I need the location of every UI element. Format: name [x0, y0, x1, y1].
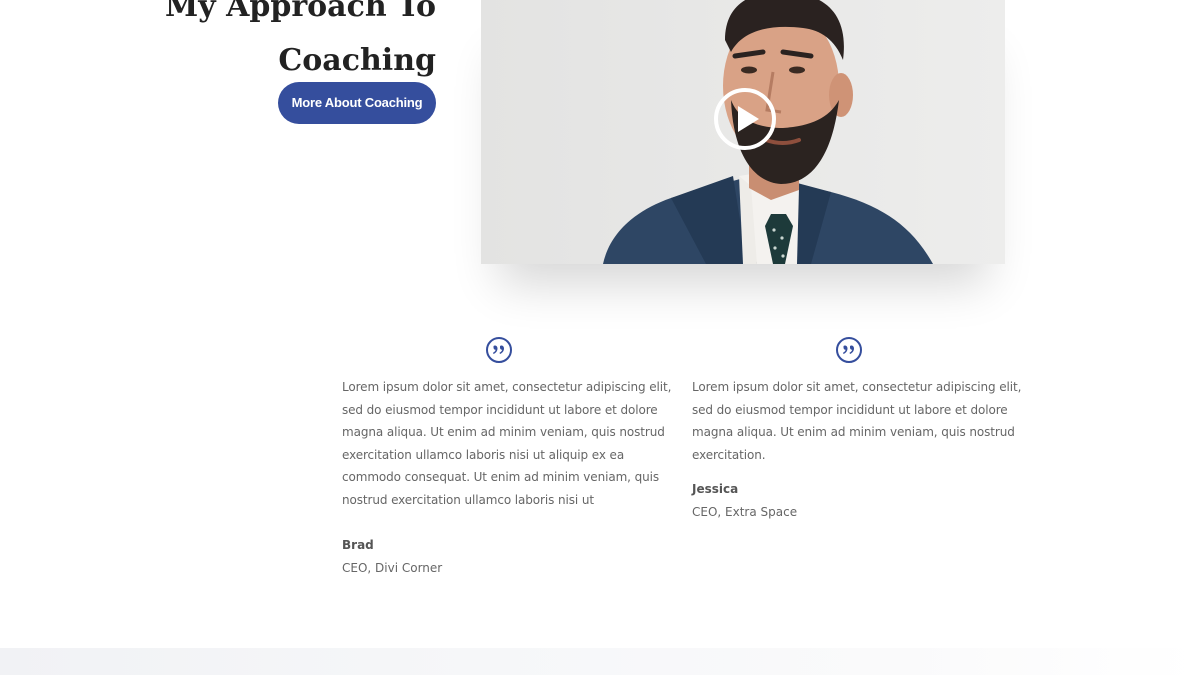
testimonial-author-name: Jessica [692, 482, 739, 496]
quote-icon [486, 337, 512, 363]
heading-line-1: My Approach To [165, 0, 436, 24]
play-icon[interactable] [713, 87, 777, 151]
video-player[interactable] [481, 0, 1005, 264]
more-about-coaching-button[interactable]: More About Coaching [278, 82, 436, 124]
testimonial-author-role: CEO, Extra Space [692, 504, 798, 519]
testimonial-author-role: CEO, Divi Corner [342, 560, 443, 575]
testimonial-author-name: Brad [342, 538, 374, 552]
testimonial-text: Lorem ipsum dolor sit amet, consectetur … [342, 380, 672, 507]
heading-line-2: Coaching [278, 43, 436, 78]
testimonial-brad: Lorem ipsum dolor sit amet, consectetur … [342, 336, 672, 579]
next-section-edge [0, 648, 1200, 675]
testimonial-text: Lorem ipsum dolor sit amet, consectetur … [692, 380, 1022, 462]
page: My Approach To Coaching More About Coach… [0, 0, 1200, 675]
section-heading: My Approach To Coaching [165, 0, 436, 88]
quote-icon [836, 337, 862, 363]
testimonial-jessica: Lorem ipsum dolor sit amet, consectetur … [692, 336, 1022, 523]
